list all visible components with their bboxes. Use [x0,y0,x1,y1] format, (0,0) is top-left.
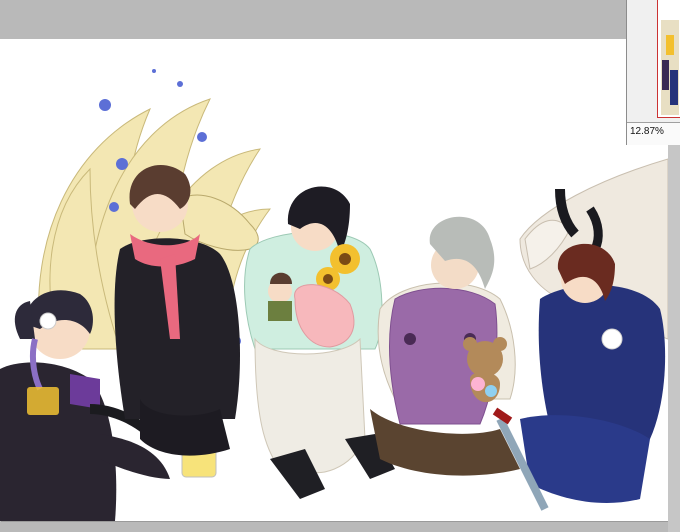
artwork[interactable] [0,39,668,521]
character-mint-jacket [244,186,395,499]
navigator-thumbnail[interactable] [657,0,680,118]
zoom-level[interactable]: 12.87% [630,126,664,137]
workspace-background [0,0,626,39]
editor-workspace[interactable]: 12.87% [0,0,680,532]
navigator-panel[interactable]: 12.87% [626,0,680,145]
drawing-canvas[interactable] [0,39,668,521]
character-silver-hair [370,216,520,476]
